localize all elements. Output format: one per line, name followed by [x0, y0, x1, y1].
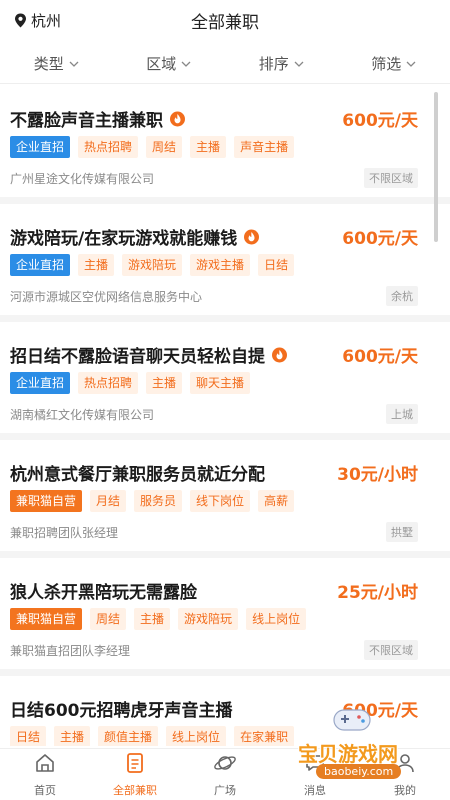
hot-fire-icon — [244, 229, 260, 245]
job-title-row: 招日结不露脸语音聊天员轻松自提 — [10, 342, 288, 367]
tab-home[interactable]: 首页 — [0, 749, 90, 800]
job-tag: 游戏陪玩 — [178, 608, 239, 630]
company-name: 湖南橘红文化传媒有限公司 — [10, 408, 155, 422]
source-badge: 企业直招 — [10, 136, 71, 158]
watermark-text: 宝贝游戏网 — [298, 742, 398, 766]
filter-type[interactable]: 类型 — [34, 53, 79, 74]
job-tag: 聊天主播 — [190, 372, 251, 394]
job-title-row: 狼人杀开黑陪玩无需露脸 — [10, 578, 197, 603]
filter-bar: 类型 区域 排序 筛选 — [0, 44, 450, 84]
job-tag: 主播 — [190, 136, 227, 158]
company-name: 广州星途文化传媒有限公司 — [10, 172, 155, 186]
filter-region[interactable]: 区域 — [146, 53, 191, 74]
job-tag: 月结 — [90, 490, 127, 512]
salary-label: 600元/天 — [342, 229, 418, 249]
salary-label: 30元/小时 — [337, 465, 418, 485]
job-card[interactable]: 狼人杀开黑陪玩无需露脸 25元/小时兼职猫自营 周结 主播 游戏陪玩 线上岗位兼职猫直招团… — [0, 558, 450, 676]
job-tag: 游戏主播 — [190, 254, 251, 276]
area-badge: 余杭 — [386, 286, 418, 306]
job-tag: 线上岗位 — [246, 608, 307, 630]
job-card[interactable]: 游戏陪玩/在家玩游戏就能赚钱 600元/天企业直招 主播 游戏陪玩 游戏主播 日结河源市源… — [0, 204, 450, 322]
job-tag: 主播 — [78, 254, 115, 276]
job-card[interactable]: 杭州意式餐厅兼职服务员就近分配 30元/小时兼职猫自营 月结 服务员 线下岗位 高薪兼职招… — [0, 440, 450, 558]
top-bar: 杭州 全部兼职 — [0, 0, 450, 40]
job-title: 狼人杀开黑陪玩无需露脸 — [10, 583, 197, 603]
filter-label: 筛选 — [371, 55, 402, 73]
job-card[interactable]: 不露脸声音主播兼职 600元/天企业直招 热点招聘 周结 主播 声音主播广州星途文化传媒有… — [0, 86, 450, 204]
chevron-down-icon — [294, 61, 304, 67]
job-tag: 声音主播 — [234, 136, 295, 158]
job-title: 游戏陪玩/在家玩游戏就能赚钱 — [10, 229, 238, 249]
watermark-url: baobeiy.com — [316, 764, 402, 779]
area-badge: 上城 — [386, 404, 418, 424]
company-name: 河源市源城区空优网络信息服务中心 — [10, 290, 203, 304]
job-tag: 日结 — [258, 254, 295, 276]
document-icon — [123, 751, 147, 779]
area-badge: 不限区域 — [364, 168, 418, 188]
tab-document[interactable]: 全部兼职 — [90, 749, 180, 800]
job-tag: 主播 — [54, 726, 91, 746]
tab-label: 首页 — [34, 784, 56, 797]
job-tag: 热点招聘 — [78, 136, 139, 158]
job-tag: 高薪 — [258, 490, 295, 512]
job-list: 不露脸声音主播兼职 600元/天 企业直招 热点招聘 周结 主播 声音主播 广州星途文化传媒有… — [0, 86, 450, 746]
tab-planet[interactable]: 广场 — [180, 749, 270, 800]
tag-list: 企业直招 热点招聘 主播 聊天主播 — [10, 372, 251, 394]
job-card[interactable]: 招日结不露脸语音聊天员轻松自提 600元/天企业直招 热点招聘 主播 聊天主播湖南橘红文… — [0, 322, 450, 440]
job-tag: 周结 — [146, 136, 183, 158]
planet-icon — [213, 751, 237, 779]
source-badge: 日结 — [10, 726, 47, 746]
hot-fire-icon — [170, 111, 185, 127]
page-title: 全部兼职 — [191, 13, 259, 33]
source-badge: 兼职猫自营 — [10, 608, 83, 630]
filter-label: 排序 — [258, 55, 289, 73]
source-badge: 兼职猫自营 — [10, 490, 83, 512]
job-title: 不露脸声音主播兼职 — [10, 111, 163, 131]
job-title-row: 游戏陪玩/在家玩游戏就能赚钱 — [10, 224, 260, 249]
gamepad-icon — [333, 709, 371, 731]
job-tag: 主播 — [134, 608, 171, 630]
area-badge: 拱墅 — [386, 522, 418, 542]
tag-list: 兼职猫自营 周结 主播 游戏陪玩 线上岗位 — [10, 608, 307, 630]
job-title: 杭州意式餐厅兼职服务员就近分配 — [10, 465, 265, 485]
chevron-down-icon — [181, 61, 191, 67]
chevron-down-icon — [69, 61, 79, 67]
job-title-row: 日结600元招聘虎牙声音主播 — [10, 696, 233, 721]
filter-sort[interactable]: 排序 — [259, 53, 304, 74]
chevron-down-icon — [406, 61, 416, 67]
job-title: 日结600元招聘虎牙声音主播 — [10, 701, 233, 721]
filter-label: 区域 — [146, 55, 177, 73]
salary-label: 600元/天 — [342, 347, 418, 367]
job-title-row: 不露脸声音主播兼职 — [10, 106, 186, 131]
job-tag: 颜值主播 — [98, 726, 159, 746]
tab-label: 广场 — [214, 784, 236, 797]
filter-screen[interactable]: 筛选 — [371, 53, 416, 74]
job-tag: 热点招聘 — [78, 372, 139, 394]
salary-label: 600元/天 — [342, 111, 418, 131]
salary-label: 25元/小时 — [337, 583, 418, 603]
tag-list: 企业直招 热点招聘 周结 主播 声音主播 — [10, 136, 295, 158]
company-name: 兼职猫直招团队李经理 — [10, 644, 131, 658]
scrollbar[interactable] — [434, 92, 438, 242]
filter-label: 类型 — [33, 55, 64, 73]
company-name: 兼职招聘团队张经理 — [10, 526, 119, 540]
home-icon — [33, 751, 57, 779]
area-badge: 不限区域 — [364, 640, 418, 660]
job-tag: 线上岗位 — [166, 726, 227, 746]
source-badge: 企业直招 — [10, 254, 71, 276]
tag-list: 兼职猫自营 月结 服务员 线下岗位 高薪 — [10, 490, 295, 512]
job-tag: 周结 — [90, 608, 127, 630]
job-title-row: 杭州意式餐厅兼职服务员就近分配 — [10, 460, 265, 485]
watermark-logo: 宝贝游戏网 baobeiy.com — [280, 700, 430, 792]
job-tag: 服务员 — [134, 490, 183, 512]
job-title: 招日结不露脸语音聊天员轻松自提 — [10, 347, 265, 367]
source-badge: 企业直招 — [10, 372, 71, 394]
tab-label: 全部兼职 — [113, 784, 157, 797]
job-tag: 主播 — [146, 372, 183, 394]
job-tag: 线下岗位 — [190, 490, 251, 512]
tag-list: 企业直招 主播 游戏陪玩 游戏主播 日结 — [10, 254, 295, 276]
job-tag: 游戏陪玩 — [122, 254, 183, 276]
tag-list: 日结 主播 颜值主播 线上岗位 在家兼职 — [10, 726, 295, 746]
hot-fire-icon — [272, 347, 287, 363]
